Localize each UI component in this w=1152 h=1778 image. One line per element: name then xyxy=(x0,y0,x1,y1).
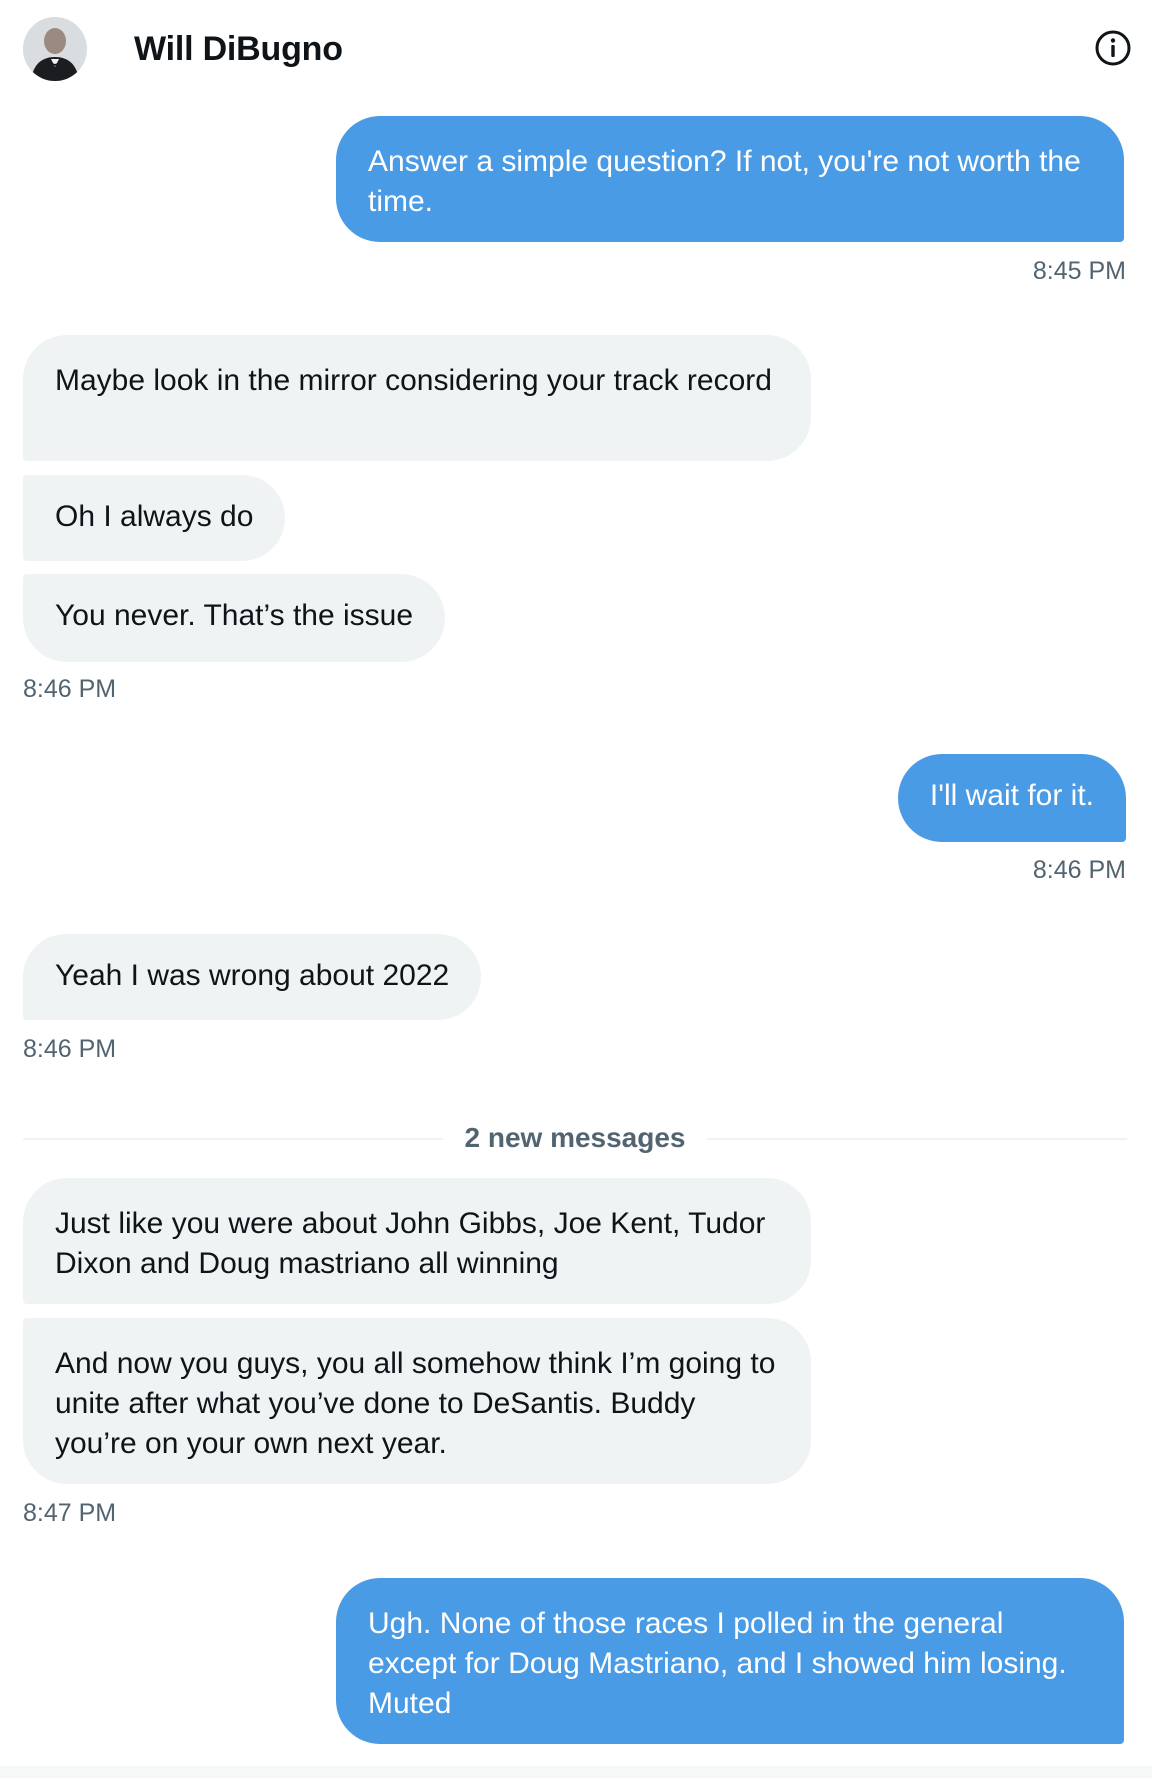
message-bubble-sent[interactable]: Ugh. None of those races I polled in the… xyxy=(336,1578,1124,1744)
message-bubble-sent[interactable]: Answer a simple question? If not, you're… xyxy=(336,116,1124,242)
bottom-edge xyxy=(0,1766,1152,1778)
message-thread: Answer a simple question? If not, you're… xyxy=(0,0,1152,1778)
message-bubble-received[interactable]: You never. That’s the issue xyxy=(23,574,446,662)
message-timestamp: 8:46 PM xyxy=(23,675,117,703)
message-timestamp: 8:46 PM xyxy=(23,1035,117,1063)
message-bubble-sent[interactable]: I'll wait for it. xyxy=(897,754,1126,842)
new-messages-label: 2 new messages xyxy=(464,1122,686,1153)
message-bubble-received[interactable]: Yeah I was wrong about 2022 xyxy=(23,934,482,1020)
message-bubble-received[interactable]: And now you guys, you all somehow think … xyxy=(23,1318,811,1484)
message-timestamp: 8:47 PM xyxy=(23,1499,117,1527)
message-timestamp: 8:45 PM xyxy=(1032,257,1126,285)
message-bubble-received[interactable]: Just like you were about John Gibbs, Joe… xyxy=(23,1178,811,1304)
message-timestamp: 8:46 PM xyxy=(1032,856,1126,884)
new-messages-divider: 2 new messages xyxy=(23,1122,1127,1153)
message-bubble-received[interactable]: Oh I always do xyxy=(23,475,286,561)
message-bubble-received[interactable]: Maybe look in the mirror considering you… xyxy=(23,335,811,461)
